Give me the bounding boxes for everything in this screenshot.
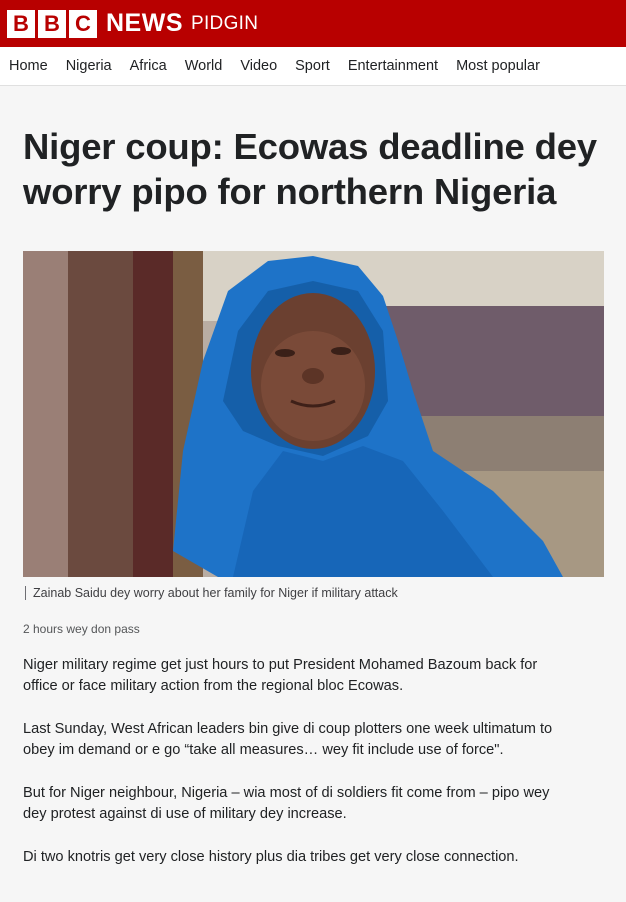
article-timestamp: 2 hours wey don pass bbox=[23, 622, 140, 636]
main-nav: Home Nigeria Africa World Video Sport En… bbox=[0, 47, 626, 86]
article-paragraph: Di two knotris get very close history pl… bbox=[23, 849, 519, 865]
nav-item-sport[interactable]: Sport bbox=[295, 58, 330, 74]
nav-item-nigeria[interactable]: Nigeria bbox=[66, 58, 112, 74]
article-paragraph: But for Niger neighbour, Nigeria – wia m… bbox=[23, 785, 550, 822]
hero-image bbox=[23, 251, 604, 577]
bbc-logo-block-b1: B bbox=[7, 9, 35, 38]
nav-item-video[interactable]: Video bbox=[240, 58, 277, 74]
image-caption: Zainab Saidu dey worry about her family … bbox=[25, 586, 603, 600]
bbc-logo-block-b2: B bbox=[38, 9, 66, 38]
bbc-logo[interactable]: B B C bbox=[7, 9, 97, 38]
article-paragraph: Niger military regime get just hours to … bbox=[23, 657, 538, 694]
bbc-logo-block-c: C bbox=[69, 9, 97, 38]
nav-item-africa[interactable]: Africa bbox=[130, 58, 167, 74]
nav-item-home[interactable]: Home bbox=[9, 58, 48, 74]
article-body: Niger military regime get just hours to … bbox=[23, 655, 603, 868]
article: Niger coup: Ecowas deadline dey worry pi… bbox=[0, 124, 626, 868]
article-paragraph: Last Sunday, West African leaders bin gi… bbox=[23, 721, 553, 758]
nav-item-world[interactable]: World bbox=[185, 58, 223, 74]
masthead: B B C NEWS PIDGIN bbox=[0, 0, 626, 47]
news-wordmark[interactable]: NEWS bbox=[106, 9, 183, 38]
nav-item-entertainment[interactable]: Entertainment bbox=[348, 58, 438, 74]
service-name[interactable]: PIDGIN bbox=[191, 13, 258, 35]
nav-item-most-popular[interactable]: Most popular bbox=[456, 58, 540, 74]
article-headline: Niger coup: Ecowas deadline dey worry pi… bbox=[23, 126, 597, 212]
